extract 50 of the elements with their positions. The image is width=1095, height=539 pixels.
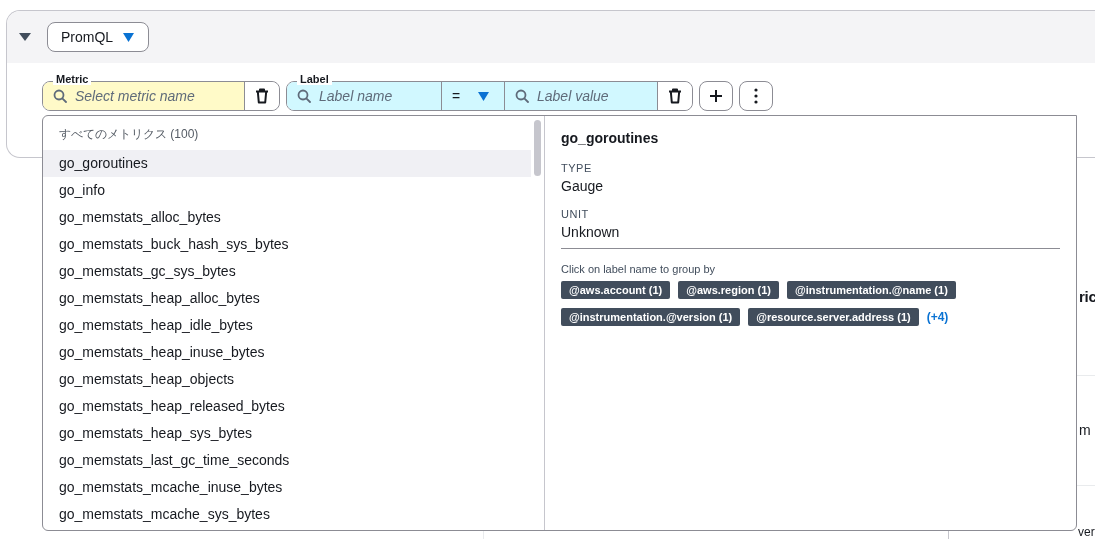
metric-option[interactable]: go_memstats_mcache_inuse_bytes (43, 474, 531, 501)
field-label: Label (297, 73, 332, 85)
unit-label: UNIT (561, 208, 590, 220)
operator-dropdown[interactable]: = (442, 82, 505, 110)
type-value: Gauge (561, 178, 605, 194)
search-icon (53, 89, 67, 103)
add-button[interactable] (699, 81, 733, 111)
caret-down-icon (123, 32, 135, 42)
scrollbar-thumb[interactable] (534, 120, 541, 176)
label-tag[interactable]: @instrumentation.@name (1) (786, 281, 956, 299)
label-value-field[interactable]: Label value (505, 82, 658, 110)
search-icon (297, 89, 311, 103)
metric-option[interactable]: go_info (43, 177, 531, 204)
metric-option[interactable]: go_memstats_buck_hash_sys_bytes (43, 231, 531, 258)
scrollbar[interactable] (531, 116, 545, 530)
metric-option[interactable]: go_memstats_heap_sys_bytes (43, 420, 531, 447)
metric-option[interactable]: go_memstats_heap_alloc_bytes (43, 285, 531, 312)
metric-option[interactable]: go_memstats_heap_released_bytes (43, 393, 531, 420)
label-name-field[interactable]: Label name (287, 82, 442, 110)
metric-option[interactable]: go_memstats_gc_sys_bytes (43, 258, 531, 285)
type-label: TYPE (561, 162, 593, 174)
group-by-hint: Click on label name to group by (561, 263, 717, 275)
text-fragment: ver (1078, 525, 1095, 539)
collapse-caret-icon[interactable] (19, 32, 31, 42)
trash-icon (255, 88, 269, 104)
caret-down-icon (478, 91, 490, 101)
metric-option[interactable]: go_memstats_heap_objects (43, 366, 531, 393)
metric-option[interactable]: go_memstats_mcache_sys_bytes (43, 501, 531, 528)
more-labels-link[interactable]: (+4) (926, 310, 949, 324)
more-icon (754, 88, 758, 104)
language-dropdown[interactable]: PromQL (47, 22, 150, 52)
label-tag[interactable]: @instrumentation.@version (1) (561, 308, 741, 326)
text-fragment: m (1079, 422, 1091, 439)
metric-option[interactable]: go_goroutines (43, 150, 531, 177)
field-label: Metric (53, 73, 92, 85)
label-tag[interactable]: @resource.server.address (1) (748, 308, 919, 326)
label-tag[interactable]: @aws.account (1) (561, 281, 671, 299)
label-tag[interactable]: @aws.region (1) (678, 281, 779, 299)
plus-icon (709, 89, 723, 103)
metric-title: go_goroutines (561, 130, 660, 146)
metric-option[interactable]: go_memstats_heap_idle_bytes (43, 312, 531, 339)
more-options-button[interactable] (739, 81, 773, 111)
metric-option[interactable]: go_memstats_heap_inuse_bytes (43, 339, 531, 366)
metric-option[interactable]: go_memstats_last_gc_time_seconds (43, 447, 531, 474)
unit-value: Unknown (561, 224, 621, 240)
list-header: すべてのメトリクス (100) (58, 126, 200, 143)
metric-option[interactable]: go_memstats_alloc_bytes (43, 204, 531, 231)
metric-field[interactable]: Select metric name (43, 82, 245, 110)
trash-icon (668, 88, 682, 104)
search-icon (515, 89, 529, 103)
